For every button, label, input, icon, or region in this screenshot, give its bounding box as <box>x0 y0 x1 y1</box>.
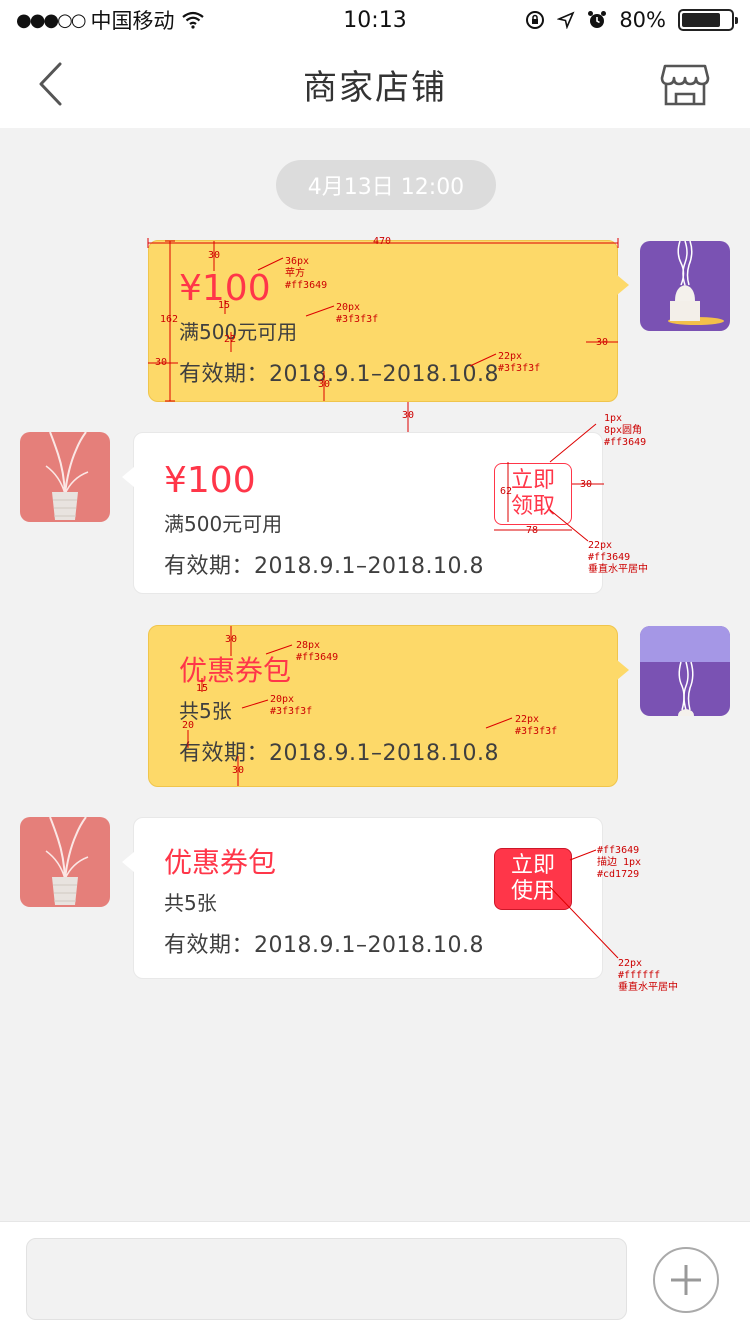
message-input[interactable] <box>26 1238 627 1320</box>
button-label-line: 领取 <box>510 494 555 519</box>
wifi-icon <box>181 11 204 29</box>
spec-note: 30 <box>225 634 238 645</box>
spec-note: 22 <box>224 334 237 345</box>
alarm-icon <box>588 11 607 28</box>
button-label-line: 立即 <box>510 468 555 493</box>
coupon-condition: 满500元可用 <box>179 320 298 344</box>
spec-note: 22px #ff3649 垂直水平居中 <box>588 540 648 575</box>
avatar-image <box>20 817 110 907</box>
button-label-line: 使用 <box>510 879 555 904</box>
spec-note: 78 <box>526 525 539 536</box>
coupon-bubble-sent[interactable]: ¥100 满500元可用 有效期：2018.9.1–2018.10.8 <box>148 240 629 402</box>
signal-icon: ●●●○○ <box>16 9 87 31</box>
coupon-pack-title: 优惠券包 <box>179 654 292 687</box>
spec-note: 22px #3f3f3f <box>498 351 541 374</box>
spec-note: 30 <box>580 479 593 490</box>
plus-icon <box>671 1265 701 1295</box>
back-button[interactable] <box>36 60 76 108</box>
spec-note: 15 <box>196 683 209 694</box>
spec-note: 30 <box>208 250 221 261</box>
spec-note: 30 <box>232 765 245 776</box>
coupon-bubble-received[interactable]: ¥100 满500元可用 有效期：2018.9.1–2018.10.8 立即 领取 <box>122 432 603 594</box>
coupon-pack-validity: 有效期：2018.9.1–2018.10.8 <box>164 933 484 958</box>
add-button[interactable] <box>653 1247 719 1313</box>
spec-note: 30 <box>402 410 415 421</box>
coupon-pack-validity: 有效期：2018.9.1–2018.10.8 <box>179 741 499 766</box>
rotation-lock-icon <box>526 11 545 29</box>
status-right: 80% <box>525 8 738 32</box>
button-label: 立即 使用 <box>511 853 555 905</box>
store-button[interactable] <box>660 62 710 108</box>
spec-note: 20px #3f3f3f <box>336 302 379 325</box>
page-title: 商家店铺 <box>303 67 447 108</box>
battery-fill <box>682 13 721 27</box>
carrier-name: 中国移动 <box>90 9 175 33</box>
location-icon <box>557 11 575 29</box>
chevron-left-icon <box>39 62 62 106</box>
avatar-merchant[interactable] <box>20 432 110 522</box>
nav-bar: 商家店铺 <box>0 40 750 128</box>
button-label: 立即 领取 <box>511 468 555 520</box>
use-now-button[interactable]: 立即 使用 <box>494 848 572 910</box>
carrier-group: ●●●○○ 中国移动 <box>16 5 205 35</box>
button-label-line: 立即 <box>510 853 555 878</box>
spec-note: 20 <box>182 720 195 731</box>
spec-note: 162 <box>160 314 179 325</box>
spec-note: 22px #3f3f3f <box>515 714 558 737</box>
spec-note: 15 <box>218 300 231 311</box>
input-bar <box>0 1221 750 1334</box>
status-bar: ●●●○○ 中国移动 10:13 80% <box>0 0 750 40</box>
coupon-amount: ¥100 <box>179 268 271 309</box>
spec-note: 22px #ffffff 垂直水平居中 <box>618 958 678 993</box>
spec-note: 30 <box>318 379 331 390</box>
store-icon <box>660 64 710 106</box>
avatar-self[interactable] <box>640 241 730 331</box>
battery-percent: 80% <box>619 8 666 32</box>
spec-note: 30 <box>596 337 609 348</box>
avatar-image <box>20 432 110 522</box>
coupon-validity: 有效期：2018.9.1–2018.10.8 <box>164 554 484 579</box>
spec-note: 470 <box>373 236 392 247</box>
spec-note: 62 <box>500 486 513 497</box>
spec-note: 36px 苹方 #ff3649 <box>285 256 328 291</box>
avatar-image <box>640 626 730 716</box>
spec-note: 28px #ff3649 <box>296 640 339 663</box>
spec-note: #ff3649 描边 1px #cd1729 <box>597 845 642 880</box>
avatar-self[interactable] <box>640 626 730 716</box>
chat-date: 4月13日 12:00 <box>276 160 496 210</box>
coupon-pack-bubble-received[interactable]: 优惠券包 共5张 有效期：2018.9.1–2018.10.8 立即 使用 <box>122 817 603 979</box>
coupon-pack-bubble-sent[interactable]: 优惠券包 共5张 有效期：2018.9.1–2018.10.8 <box>148 625 629 787</box>
battery-icon <box>678 9 738 31</box>
spec-note: 1px 8px圆角 #ff3649 <box>604 413 647 448</box>
avatar-image <box>640 241 730 331</box>
spec-note: 30 <box>155 357 168 368</box>
spec-note: 20px #3f3f3f <box>270 694 313 717</box>
avatar-merchant[interactable] <box>20 817 110 907</box>
